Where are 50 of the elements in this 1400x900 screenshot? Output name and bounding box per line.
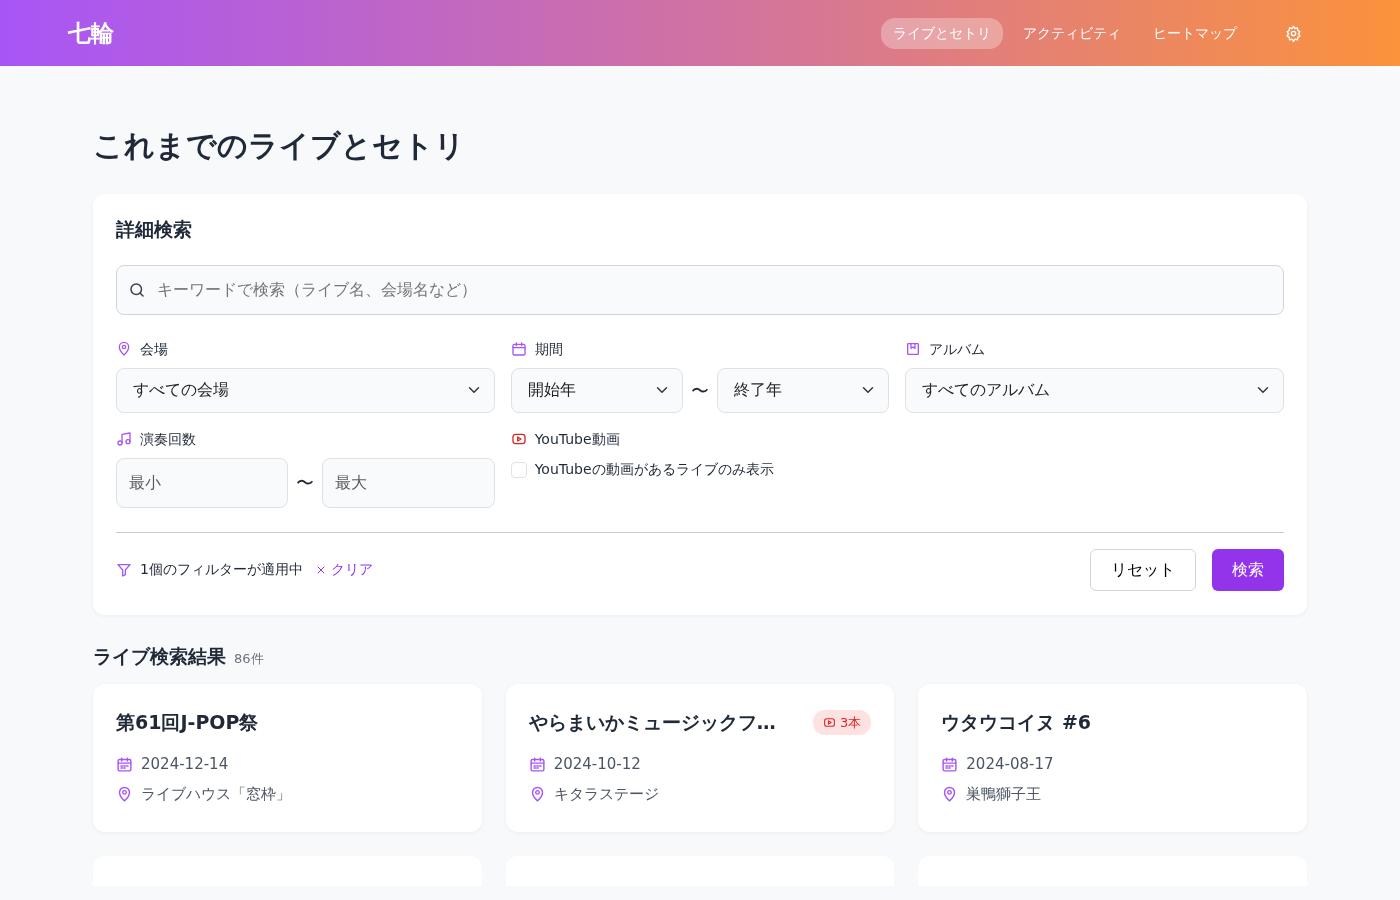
results-title: ライブ検索結果 (93, 644, 226, 668)
filter-label: アルバム (929, 339, 986, 359)
select-field[interactable]: すべてのアルバム (905, 367, 1284, 413)
result-count: 86件 (234, 649, 264, 668)
range-separator: 〜 (296, 471, 315, 496)
bookmark-icon (905, 341, 922, 358)
live-venue: キタラステージ (553, 784, 659, 806)
range-separator: 〜 (691, 378, 709, 403)
page-title: これまでのライブとセトリ (93, 128, 466, 164)
live-title: ウタウコイヌ #6 (941, 710, 1092, 736)
settings-icon (1285, 25, 1302, 42)
music-note-icon (116, 431, 132, 448)
pin-icon (116, 786, 133, 804)
live-venue: 巣鴨獅子王 (966, 784, 1042, 806)
clear-link[interactable]: クリア (314, 559, 373, 581)
checkbox-label: YouTubeの動画があるライブのみ表示 (534, 460, 774, 480)
live-card[interactable]: やらまいかミュージックフ… 3本 2024-10-12 キタラステージ (505, 684, 895, 833)
live-title: やらまいかミュージックフ… (528, 710, 776, 736)
logo[interactable]: 七輪 (68, 15, 114, 51)
live-card[interactable]: ウタウコイヌ #6 2024-08-17 巣鴨獅子王 (918, 684, 1307, 833)
live-date: 2024-12-14 (141, 753, 229, 775)
select-field[interactable]: すべての会場 (116, 367, 495, 413)
filter-label: 会場 (140, 339, 168, 359)
search-icon (128, 280, 146, 299)
panel-title: 詳細検索 (116, 218, 193, 241)
filter-label: 演奏回数 (140, 429, 196, 449)
filter-label: 期間 (534, 339, 563, 359)
calendar-icon (528, 755, 546, 773)
search-field[interactable]: キーワードで検索（ライブ名、会場名など） (116, 264, 1284, 315)
calendar-icon (941, 755, 959, 773)
video-count-badge: 3本 (813, 709, 872, 736)
filter-label: YouTube動画 (534, 429, 620, 449)
calendar-icon (510, 341, 527, 358)
live-card[interactable]: 第61回J-POP祭 2024-12-14 ライブハウス「窓枠」 (93, 684, 482, 833)
checkbox[interactable] (510, 461, 527, 478)
live-date: 2024-10-12 (553, 753, 641, 775)
reset-button[interactable]: リセット (1090, 548, 1196, 591)
select-field[interactable]: 開始年 (510, 367, 683, 413)
video-play-icon (823, 716, 837, 730)
number-field[interactable]: 最大 (322, 457, 495, 508)
number-field[interactable]: 最小 (116, 457, 289, 508)
live-date: 2024-08-17 (966, 753, 1054, 775)
live-venue: ライブハウス「窓枠」 (141, 784, 291, 806)
filter-icon (116, 561, 132, 578)
filter-status: 1個のフィルターが適用中 (140, 560, 303, 580)
calendar-icon (116, 755, 133, 773)
live-title: 第61回J-POP祭 (116, 710, 259, 736)
pin-icon (116, 341, 132, 358)
search-button[interactable]: 検索 (1212, 548, 1284, 591)
select-field[interactable]: 終了年 (717, 367, 890, 413)
